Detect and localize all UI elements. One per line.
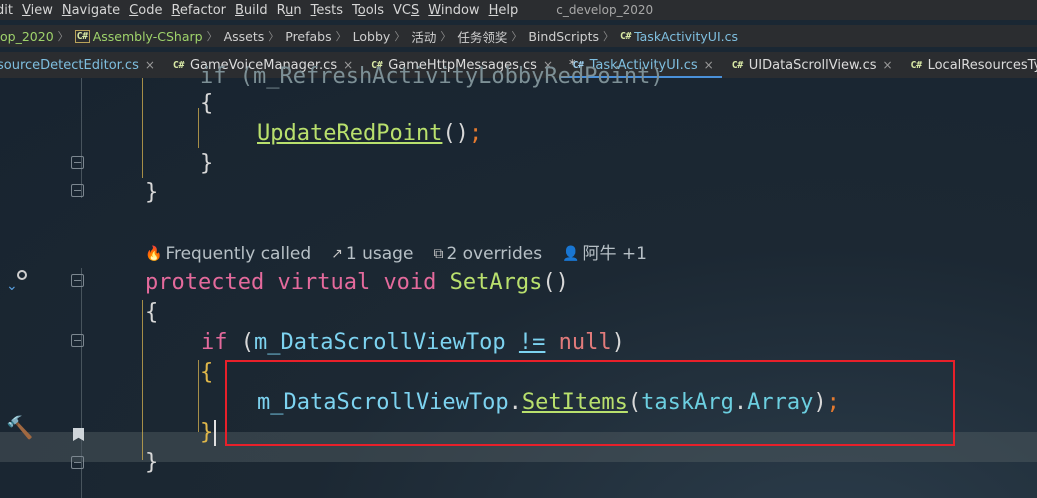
code-line: protected virtual void SetArgs() (145, 270, 569, 295)
tab-resource-detect-editor[interactable]: sourceDetectEditor.cs × (0, 52, 163, 78)
breadcrumb: op_2020 〉 C# Assembly-CSharp 〉 Assets 〉 Pref… (0, 25, 1037, 47)
menu-view[interactable]: View (16, 3, 59, 18)
code-line: { (200, 360, 214, 385)
hint-usages[interactable]: ↗ 1 usage (331, 243, 413, 265)
code-line: } (145, 180, 159, 205)
breadcrumb-item[interactable]: Prefabs 〉 (285, 28, 352, 44)
csharp-project-icon: C# (74, 29, 90, 43)
fold-marker[interactable] (71, 156, 84, 169)
override-icon: ⧉ (433, 246, 444, 262)
hint-frequently-called[interactable]: 🔥 Frequently called (145, 243, 311, 265)
indent-guide (142, 300, 143, 460)
indent-guide (142, 78, 143, 178)
code-line: UpdateRedPoint(); (257, 121, 483, 146)
fold-marker[interactable] (71, 456, 84, 469)
indent-guide (198, 108, 199, 148)
breadcrumb-item[interactable]: C# Assembly-CSharp 〉 (74, 28, 224, 44)
fold-marker[interactable] (71, 274, 84, 287)
close-icon[interactable]: × (704, 58, 714, 72)
author-icon: 👤 (562, 246, 580, 262)
project-title: c_develop_2020 (556, 3, 654, 17)
red-highlight-box (225, 360, 955, 446)
code-lines: if (m_RefreshActivityLobbyRedPoint) { Up… (0, 64, 840, 475)
menu-tools[interactable]: Tools (346, 3, 390, 18)
breadcrumb-item[interactable]: op_2020 〉 (0, 28, 75, 44)
csharp-file-icon: C# (910, 59, 923, 71)
tab-local-resources-types2[interactable]: C# LocalResourcesTypes2.cs × (901, 52, 1037, 78)
menu-code[interactable]: Code (123, 3, 168, 18)
csharp-file-icon: C# (731, 59, 744, 71)
hint-overrides[interactable]: ⧉ 2 overrides (433, 243, 542, 265)
breadcrumb-item[interactable]: Assets 〉 (224, 28, 286, 44)
code-line: } (200, 420, 214, 445)
tab-ui-data-scroll-view[interactable]: C# UIDataScrollView.cs × (722, 52, 901, 78)
menu-tests[interactable]: Tests (305, 3, 349, 18)
menu-navigate[interactable]: Navigate (56, 3, 126, 18)
indent-guide (81, 78, 82, 198)
code-line: { (145, 300, 159, 325)
csharp-file-icon: C# (172, 59, 185, 71)
menu-vcs[interactable]: VCS (387, 3, 425, 18)
breadcrumb-item[interactable]: 任务领奖〉 (457, 27, 528, 46)
breadcrumb-item[interactable]: Lobby 〉 (353, 28, 412, 44)
csharp-file-icon: C# (620, 30, 632, 42)
usage-icon: ↗ (331, 246, 343, 262)
fold-marker[interactable] (71, 334, 84, 347)
menu-build[interactable]: Build (229, 3, 274, 18)
breadcrumb-item[interactable]: BindScripts 〉 (528, 28, 620, 44)
menu-window[interactable]: Window (422, 3, 485, 18)
code-line: if (m_RefreshActivityLobbyRedPoint) (200, 64, 664, 89)
close-icon[interactable]: × (882, 58, 892, 72)
breadcrumb-item-current[interactable]: C# TaskActivityUI.cs (620, 29, 738, 44)
hint-author[interactable]: 👤 阿牛 +1 (562, 243, 647, 265)
code-line: } (145, 450, 159, 475)
code-editor[interactable]: ⌄ 🔨 if (m_RefreshActivityLobbyRedPoint) … (0, 64, 1037, 498)
menu-bar: dit View Navigate Code Refactor Build Ru… (0, 0, 1037, 20)
flame-icon: 🔥 (145, 246, 163, 262)
code-line: { (200, 91, 214, 116)
menu-help[interactable]: Help (483, 3, 525, 18)
code-line: if (m_DataScrollViewTop != null) (201, 330, 625, 355)
code-line: } (200, 151, 214, 176)
menu-run[interactable]: Run (271, 3, 308, 18)
indent-guide (198, 360, 199, 432)
text-cursor (214, 420, 216, 446)
fold-marker[interactable] (71, 184, 84, 197)
menu-refactor[interactable]: Refactor (165, 3, 232, 18)
code-vision-hints: 🔥 Frequently called ↗ 1 usage ⧉ 2 overrides… (145, 243, 667, 265)
breadcrumb-item[interactable]: 活动〉 (411, 27, 457, 46)
close-icon[interactable]: × (145, 58, 155, 72)
